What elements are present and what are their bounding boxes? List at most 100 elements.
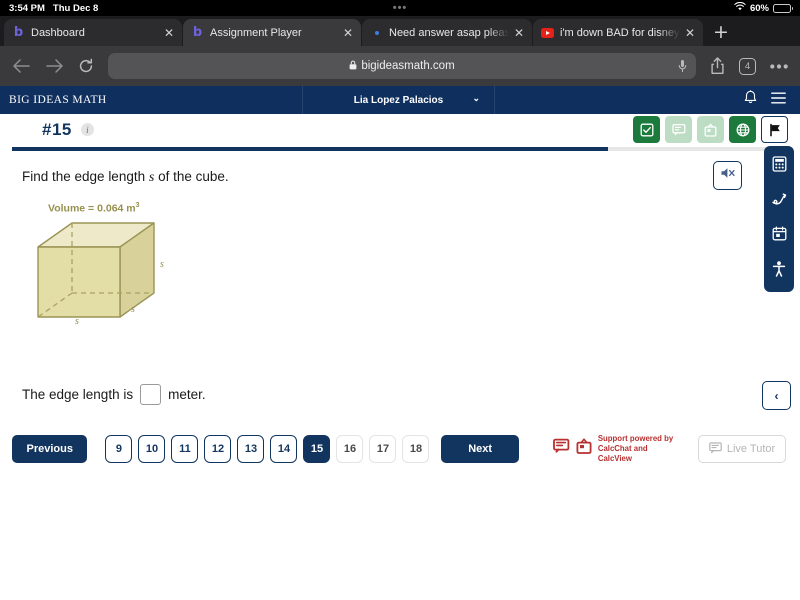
chevron-down-icon: ⌄	[472, 93, 480, 103]
close-icon[interactable]: ✕	[343, 27, 353, 39]
question-content: Find the edge length s of the cube. Volu…	[0, 146, 800, 423]
ios-status-bar: 3:54 PM Thu Dec 8 ••• 60%	[0, 0, 800, 16]
app-header: BIG IDEAS MATH Lia Lopez Palacios ⌄	[0, 86, 800, 114]
back-arrow-icon[interactable]	[12, 58, 31, 74]
status-time: 3:54 PM	[9, 2, 45, 14]
page-button-15[interactable]: 15	[303, 435, 331, 463]
edge-label-right: s	[160, 259, 164, 270]
browser-tab-need-answer[interactable]: Need answer asap pleas ✕	[362, 19, 532, 46]
answer-row: The edge length is meter.	[22, 384, 206, 405]
header-spacer	[495, 86, 744, 114]
status-center-dots: •••	[392, 2, 408, 14]
live-tutor-label: Live Tutor	[726, 443, 776, 455]
support-line-1: Support powered by	[597, 434, 674, 444]
check-answer-icon[interactable]	[633, 116, 660, 143]
page-button-16[interactable]: 16	[336, 435, 364, 463]
prompt-text-after: of the cube.	[158, 169, 229, 184]
browser-toolbar: bigideasmath.com 4	[0, 46, 800, 86]
tab-title: Assignment Player	[210, 26, 302, 39]
chat-icon[interactable]	[665, 116, 692, 143]
browser-tab-assignment-player[interactable]: b Assignment Player ✕	[183, 19, 361, 46]
tab-count-button[interactable]: 4	[739, 57, 756, 75]
lock-icon	[349, 60, 357, 73]
page-button-11[interactable]: 11	[171, 435, 199, 463]
battery-icon	[773, 3, 793, 13]
tab-title: Need answer asap pleas	[389, 26, 509, 39]
bigideasmath-favicon: b	[13, 25, 24, 40]
collapse-panel-button[interactable]: ‹	[762, 381, 791, 410]
page-button-13[interactable]: 13	[237, 435, 265, 463]
url-address-bar[interactable]: bigideasmath.com	[108, 53, 696, 79]
reload-icon[interactable]	[78, 58, 94, 74]
page-button-12[interactable]: 12	[204, 435, 232, 463]
page-button-9[interactable]: 9	[105, 435, 133, 463]
language-globe-icon[interactable]	[729, 116, 756, 143]
status-left-group: 3:54 PM Thu Dec 8	[9, 3, 98, 14]
info-icon[interactable]: i	[80, 123, 94, 136]
accessibility-icon[interactable]	[772, 261, 786, 282]
calculator-icon[interactable]	[772, 156, 787, 177]
user-menu[interactable]: Lia Lopez Palacios ⌄	[303, 86, 495, 114]
question-prompt: Find the edge length s of the cube.	[22, 169, 800, 186]
page-number-list: 9 10 11 12 13 14 15 16 17 18	[105, 435, 430, 463]
support-block: Support powered by CalcChat and CalcView	[552, 434, 678, 463]
scribble-pen-icon[interactable]	[771, 192, 787, 211]
app-logo[interactable]: BIG IDEAS MATH	[0, 86, 303, 114]
user-name: Lia Lopez Palacios	[353, 94, 444, 106]
volume-exponent: 3	[135, 202, 140, 209]
video-icon[interactable]	[697, 116, 724, 143]
url-host: bigideasmath.com	[361, 60, 455, 72]
browser-tab-strip: b Dashboard ✕ b Assignment Player ✕ Need…	[0, 16, 800, 46]
close-icon[interactable]: ✕	[685, 27, 695, 39]
calcview-icon	[576, 438, 592, 459]
speaker-muted-icon	[720, 166, 736, 185]
edge-label-bottom-right: s	[131, 304, 135, 315]
bigideasmath-favicon: b	[192, 25, 203, 40]
new-tab-button[interactable]: +	[704, 23, 738, 42]
answer-label-before: The edge length is	[22, 387, 134, 402]
live-tutor-button[interactable]: Live Tutor	[698, 435, 786, 463]
hamburger-menu-icon[interactable]	[771, 91, 786, 109]
wifi-icon	[734, 1, 746, 14]
tool-side-rail	[764, 146, 794, 292]
blue-dot-favicon	[370, 26, 383, 39]
browser-tab-dashboard[interactable]: b Dashboard ✕	[4, 19, 182, 46]
live-tutor-screen-icon	[709, 441, 722, 457]
answer-label-after: meter.	[168, 387, 206, 402]
volume-label: Volume = 0.064 m3	[48, 202, 800, 215]
tab-title: i'm down BAD for disney	[560, 26, 680, 39]
forward-arrow-icon[interactable]	[45, 58, 64, 74]
notification-bell-icon[interactable]	[744, 90, 757, 110]
more-options-icon[interactable]	[770, 63, 788, 69]
browser-tab-youtube[interactable]: i'm down BAD for disney ✕	[533, 19, 703, 46]
url-text-group: bigideasmath.com	[349, 60, 455, 73]
youtube-favicon	[541, 26, 554, 39]
microphone-icon[interactable]	[678, 59, 687, 73]
page-button-10[interactable]: 10	[138, 435, 166, 463]
page-button-18[interactable]: 18	[402, 435, 430, 463]
volume-label-text: Volume = 0.064 m	[48, 202, 136, 215]
answer-input[interactable]	[140, 384, 162, 405]
previous-button[interactable]: Previous	[12, 435, 88, 463]
assignment-footer: Previous 9 10 11 12 13 14 15 16 17 18 Next Suppor…	[0, 423, 800, 475]
calcchat-icon	[552, 438, 570, 459]
close-icon[interactable]: ✕	[164, 27, 174, 39]
support-text: Support powered by CalcChat and CalcView	[598, 434, 678, 463]
question-header: #15 i	[0, 114, 800, 145]
prompt-variable: s	[148, 170, 155, 185]
speaker-muted-button[interactable]	[713, 161, 742, 190]
edge-label-bottom: s	[75, 316, 79, 324]
page-button-17[interactable]: 17	[369, 435, 397, 463]
prompt-text-before: Find the edge length	[22, 169, 146, 184]
tab-title: Dashboard	[31, 26, 85, 39]
share-icon[interactable]	[710, 57, 725, 75]
cube-svg: s s s	[37, 221, 164, 327]
next-button[interactable]: Next	[441, 435, 519, 463]
header-icon-group	[744, 86, 800, 114]
notes-calendar-icon[interactable]	[772, 226, 787, 246]
close-icon[interactable]: ✕	[514, 27, 524, 39]
flag-icon[interactable]	[761, 116, 788, 143]
cube-figure: Volume = 0.064 m3 s s s	[30, 202, 800, 329]
battery-percent: 60%	[749, 2, 769, 14]
page-button-14[interactable]: 14	[270, 435, 298, 463]
